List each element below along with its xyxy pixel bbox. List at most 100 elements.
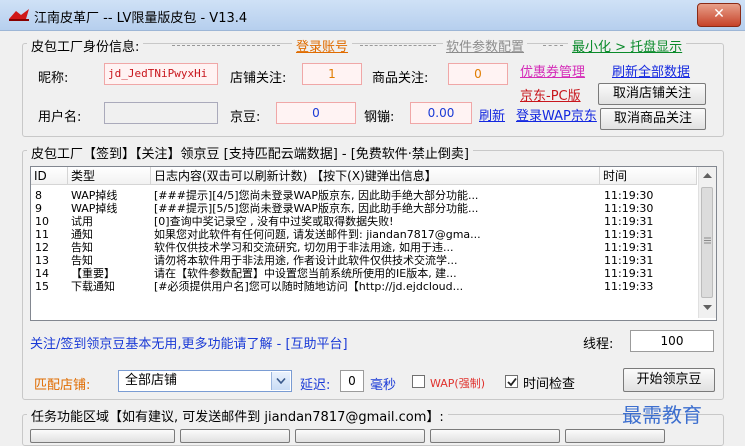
unfollow-goods-button[interactable]: 取消商品关注 (600, 108, 706, 130)
row-type: 通知 (71, 228, 93, 241)
unfollow-shop-button[interactable]: 取消店铺关注 (598, 83, 706, 105)
task-buttons-row (30, 429, 670, 443)
task-legend: 任务功能区域【如有建议, 可发送邮件到 jiandan7817@gmail.co… (27, 406, 448, 425)
wap-force-checkbox[interactable] (412, 375, 425, 388)
title-bar: 江南皮革厂 -- LV限量版皮包 - V13.4 ✕ (0, 0, 745, 31)
scroll-up-icon[interactable] (703, 172, 712, 178)
legend-rule (172, 45, 280, 46)
col-header-time[interactable]: 时间 (600, 167, 697, 185)
app-logo-icon (9, 9, 29, 21)
log-scrollbar[interactable] (698, 167, 716, 318)
goods-follow-count: 0 (448, 63, 508, 85)
nickname-label: 昵称: (38, 71, 69, 86)
table-row[interactable]: 9 WAP掉线 [###提示][5/5]您尚未登录WAP版京东, 因此助手绝大部… (31, 202, 697, 215)
row-content: 如果您对此软件有任何问题, 请发送邮件到: jiandan7817@gma... (154, 228, 481, 241)
row-id: 10 (35, 215, 49, 228)
window-title: 江南皮革厂 -- LV限量版皮包 - V13.4 (34, 11, 248, 26)
table-row[interactable]: 12 告知 软件仅供技术学习和交流研究, 切勿用于非法用途, 如用于违... 1… (31, 241, 697, 254)
row-id: 13 (35, 254, 49, 267)
log-list[interactable]: ID 类型 日志内容(双击可以刷新计数) 【按下(X)键弹出信息】 时间 8 W… (30, 166, 717, 321)
table-row[interactable]: 8 WAP掉线 [###提示][4/5]您尚未登录WAP版京东, 因此助手绝大部… (31, 189, 697, 202)
jingdou-label: 京豆: (230, 110, 261, 125)
row-time: 11:19:31 (604, 241, 654, 254)
row-content: [###提示][5/5]您尚未登录WAP版京东, 因此助手绝大部分功能... (154, 202, 479, 215)
match-shop-label: 匹配店铺: (34, 378, 91, 393)
time-check-checkbox[interactable] (505, 375, 518, 388)
goods-follow-label: 商品关注: (372, 71, 429, 86)
table-row[interactable]: 15 下载通知 [#必须提供用户名]您可以随时随地访问【http://jd.ej… (31, 280, 697, 293)
row-time: 11:19:31 (604, 228, 654, 241)
shop-follow-count: 1 (302, 63, 362, 85)
row-type: 下载通知 (71, 280, 115, 293)
checkmark-icon (507, 377, 517, 387)
time-check-label: 时间检查 (523, 377, 576, 392)
row-type: 试用 (71, 215, 93, 228)
task-button[interactable] (430, 429, 560, 443)
table-row[interactable]: 11 通知 如果您对此软件有任何问题, 请发送邮件到: jiandan7817@… (31, 228, 697, 241)
col-header-type[interactable]: 类型 (68, 167, 151, 185)
jingdou-value: 0 (276, 102, 356, 124)
shop-select-value: 全部店铺 (125, 373, 178, 388)
col-header-content[interactable]: 日志内容(双击可以刷新计数) 【按下(X)键弹出信息】 (151, 167, 600, 185)
legend-rule-3 (543, 45, 563, 46)
login-account-link[interactable]: 登录账号 (292, 36, 353, 55)
task-button[interactable] (295, 429, 425, 443)
row-content: [###提示][4/5]您尚未登录WAP版京东, 因此助手绝大部分功能... (154, 189, 479, 202)
scroll-grip-icon (704, 237, 711, 244)
row-time: 11:19:31 (604, 215, 654, 228)
row-content: 软件仅供技术学习和交流研究, 切勿用于非法用途, 如用于违... (154, 241, 454, 254)
chevron-down-icon (276, 378, 286, 384)
nickname-field[interactable]: jd_JedTNiPwyxHi (104, 63, 218, 85)
row-content: 请勿将本软件用于非法用途, 作者设计此软件仅供技术交流学... (154, 254, 458, 267)
row-content: [#必须提供用户名]您可以随时随地访问【http://jd.ejdcloud..… (154, 280, 464, 293)
col-header-id[interactable]: ID (31, 167, 68, 185)
row-time: 11:19:31 (604, 267, 654, 280)
gangbeng-value: 0.00 (410, 102, 472, 124)
shop-select[interactable]: 全部店铺 (118, 370, 292, 392)
row-id: 15 (35, 280, 49, 293)
coupon-manage-link[interactable]: 优惠券管理 (520, 61, 585, 80)
username-field[interactable] (104, 102, 218, 124)
row-type: WAP掉线 (71, 202, 118, 215)
watermark: 最需教育 (622, 403, 702, 427)
delay-unit: 毫秒 (370, 378, 397, 393)
notice-text[interactable]: 关注/签到领京豆基本无用,更多功能请了解 - [互助平台] (30, 333, 348, 352)
jd-pc-version-link[interactable]: 京东-PC版 (520, 85, 581, 104)
row-time: 11:19:31 (604, 254, 654, 267)
gangbeng-label: 钢镚: (364, 110, 395, 125)
legend-rule-2 (360, 45, 436, 46)
row-id: 14 (35, 267, 49, 280)
row-time: 11:19:30 (604, 202, 654, 215)
table-row[interactable]: 14 【重要】 请在【软件参数配置】中设置您当前系统所使用的IE版本, 建...… (31, 267, 697, 280)
row-content: [0]查询中奖记录空 , 没有中过奖或取得数据失败! (154, 215, 394, 228)
row-id: 12 (35, 241, 49, 254)
refresh-all-link[interactable]: 刷新全部数据 (612, 61, 690, 80)
shop-follow-label: 店铺关注: (230, 71, 287, 86)
row-type: 告知 (71, 241, 93, 254)
username-label: 用户名: (38, 110, 82, 125)
signin-legend: 皮包工厂【签到】【关注】领京豆 [支持匹配云端数据] - [免费软件·禁止倒卖] (27, 143, 474, 162)
task-button[interactable] (180, 429, 290, 443)
threads-label: 线程: (583, 337, 614, 352)
scroll-down-icon[interactable] (703, 305, 712, 311)
refresh-link[interactable]: 刷新 (479, 105, 505, 124)
table-row[interactable]: 10 试用 [0]查询中奖记录空 , 没有中过奖或取得数据失败! 11:19:3… (31, 215, 697, 228)
threads-input[interactable]: 100 (630, 330, 714, 352)
close-button[interactable]: ✕ (697, 3, 741, 27)
task-button[interactable] (30, 429, 175, 443)
start-jingdou-button[interactable]: 开始领京豆 (623, 368, 715, 392)
identity-legend: 皮包工厂身份信息: (27, 36, 144, 55)
row-id: 9 (35, 202, 42, 215)
delay-input[interactable]: 0 (340, 370, 364, 392)
software-params-link[interactable]: 软件参数配置 (443, 36, 528, 55)
wap-force-label: WAP(强制) (430, 377, 486, 390)
row-id: 8 (35, 189, 42, 202)
row-time: 11:19:30 (604, 189, 654, 202)
row-type: 【重要】 (71, 267, 115, 280)
shop-select-dropdown-button[interactable] (271, 372, 290, 390)
wap-login-link[interactable]: 登录WAP京东 (516, 105, 597, 124)
row-id: 11 (35, 228, 49, 241)
minimize-tray-link[interactable]: 最小化 > 托盘显示 (568, 36, 687, 55)
table-row[interactable]: 13 告知 请勿将本软件用于非法用途, 作者设计此软件仅供技术交流学... 11… (31, 254, 697, 267)
task-button[interactable] (565, 429, 665, 443)
